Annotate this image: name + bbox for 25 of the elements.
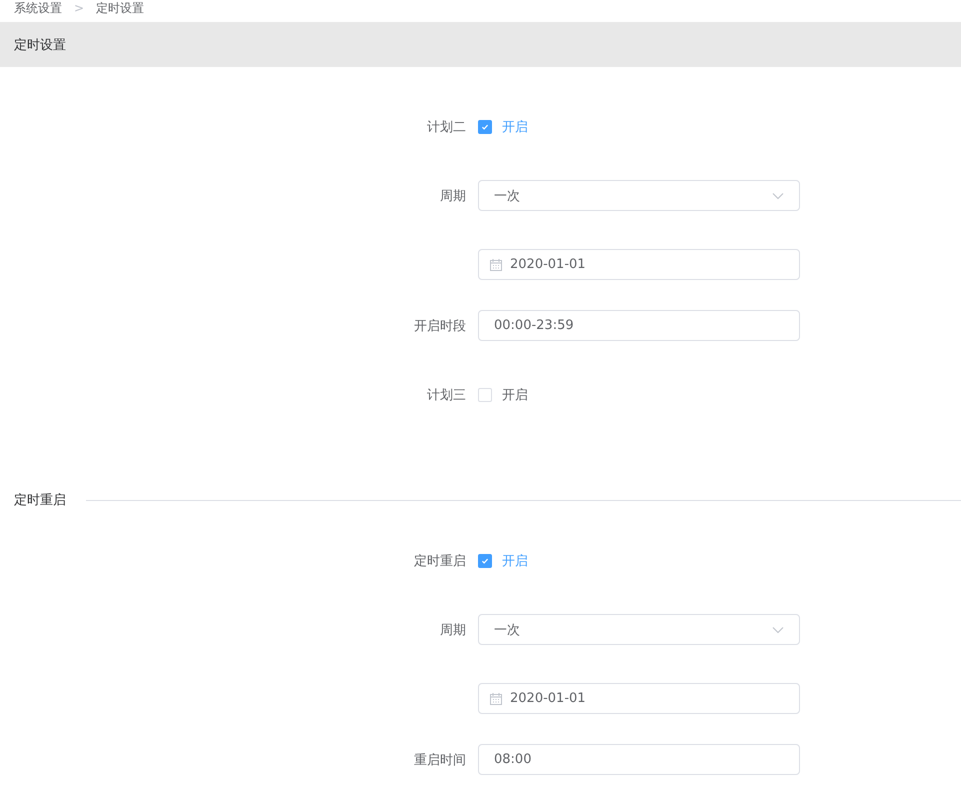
date-field[interactable]: 2020-01-01 [478,683,800,714]
date-field[interactable]: 2020-01-01 [478,249,800,280]
page-title: 定时设置 [14,36,66,54]
field-label: 开启时段 [414,318,466,334]
calendar-icon [490,258,502,270]
select-field[interactable]: 一次 [478,614,800,645]
field-label: 重启时间 [414,752,466,768]
chevron-down-icon [772,626,784,634]
checkbox[interactable] [478,554,492,568]
field-label: 周期 [440,188,466,204]
breadcrumb-separator: > [74,0,84,14]
field-label: 计划三 [427,388,466,402]
field-label: 计划二 [427,120,466,134]
checkbox[interactable] [478,120,492,134]
input-field[interactable]: 08:00 [478,744,800,775]
breadcrumb-item[interactable]: 系统设置 [14,0,62,14]
section-title: 定时重启 [14,492,66,509]
chevron-down-icon [772,192,784,200]
field-label: 定时重启 [414,554,466,568]
checkbox-label[interactable]: 开启 [502,386,528,404]
calendar-icon [490,692,502,704]
breadcrumb-item[interactable]: 定时设置 [96,0,144,14]
input-field[interactable]: 00:00-23:59 [478,310,800,341]
field-label: 周期 [440,622,466,638]
select-field[interactable]: 一次 [478,180,800,211]
